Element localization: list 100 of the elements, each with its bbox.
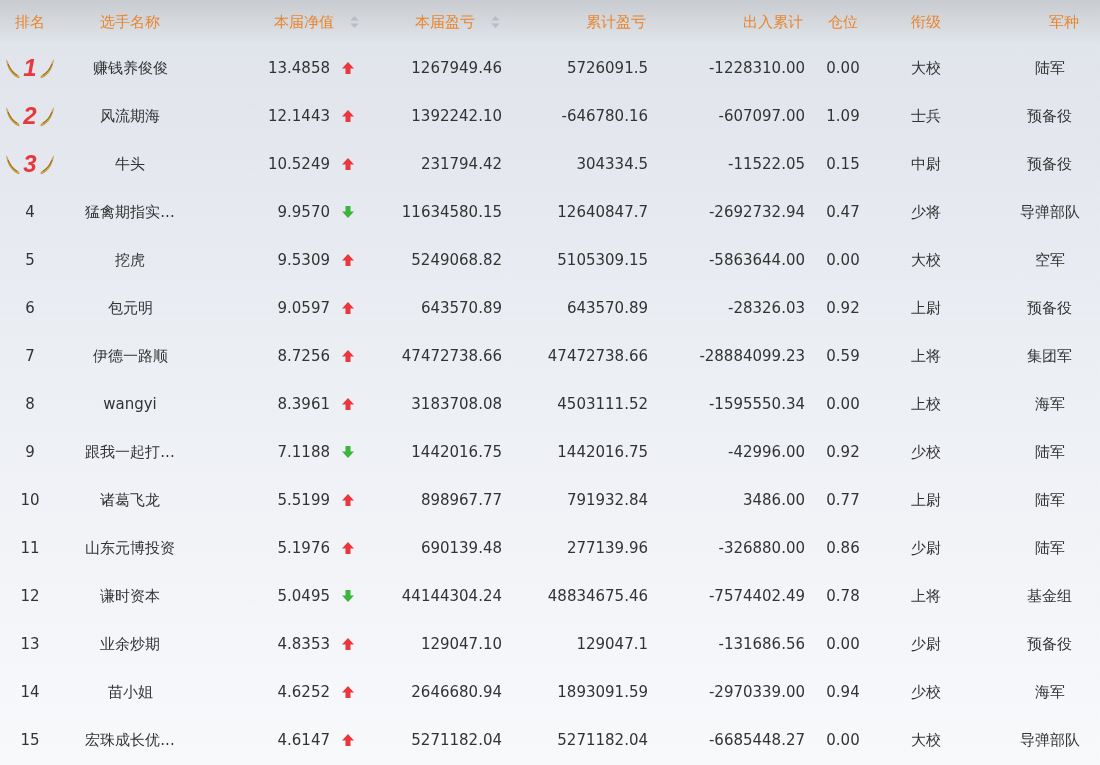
player-name[interactable]: 跟我一起打... [85,440,175,464]
total-profit: 1893091.59 [557,681,648,703]
position-ratio: 0.00 [826,633,860,655]
net-value: 9.9570 [277,201,330,223]
position-ratio: 0.78 [826,585,860,607]
total-profit: 47472738.66 [547,345,648,367]
position-ratio: 0.15 [826,153,860,175]
military-rank: 大校 [911,249,941,271]
period-profit: 690139.48 [420,537,502,559]
position-ratio: 0.00 [826,393,860,415]
rank-number: 12 [20,585,40,607]
military-rank: 大校 [911,57,941,79]
player-name[interactable]: 业余炒期 [100,632,160,656]
player-name[interactable]: 诸葛飞龙 [100,488,160,512]
net-value: 4.8353 [277,633,330,655]
rank-number: 14 [20,681,40,703]
cash-flow-total: -6685448.27 [708,729,805,751]
player-name[interactable]: 赚钱养俊俊 [92,56,168,80]
cash-flow-total: -326880.00 [718,537,805,559]
laurel-wings-badge: 1 [5,56,55,80]
net-value: 5.5199 [277,489,330,511]
period-profit: 5271182.04 [411,729,502,751]
army-branch: 预备役 [1027,297,1072,319]
player-name[interactable]: 包元明 [107,296,153,320]
player-name[interactable]: 挖虎 [115,248,145,272]
player-name[interactable]: wangyi [103,392,157,416]
net-value: 12.1443 [267,105,330,127]
cash-flow-total: -2970339.00 [708,681,805,703]
column-header: 累计盈亏 [586,11,646,33]
player-name[interactable]: 山东元博投资 [85,536,175,560]
cash-flow-total: -131686.56 [718,633,805,655]
army-branch: 陆军 [1034,441,1065,463]
rank-number: 7 [25,345,35,367]
rank-number: 9 [25,441,35,463]
military-rank: 少将 [911,201,941,223]
net-value: 4.6147 [277,729,330,751]
period-profit: 5249068.82 [411,249,502,271]
total-profit: 5271182.04 [557,729,648,751]
position-ratio: 0.47 [826,201,860,223]
army-branch: 空军 [1034,249,1065,271]
army-branch: 海军 [1034,393,1065,415]
rank-number: 15 [20,729,40,751]
period-profit: 231794.42 [420,153,502,175]
rank-number: 4 [25,201,35,223]
player-name[interactable]: 牛头 [115,152,145,176]
rank-number: 6 [25,297,35,319]
cash-flow-total: -5863644.00 [708,249,805,271]
player-name[interactable]: 风流期海 [100,104,160,128]
position-ratio: 0.00 [826,57,860,79]
military-rank: 大校 [911,729,941,751]
rank-number: 13 [20,633,40,655]
total-profit: -646780.16 [561,105,648,127]
cash-flow-total: -42996.00 [728,441,805,463]
army-branch: 集团军 [1027,345,1072,367]
player-name[interactable]: 伊德一路顺 [92,344,168,368]
military-rank: 上尉 [911,297,941,319]
army-branch: 预备役 [1027,153,1072,175]
position-ratio: 0.77 [826,489,860,511]
column-header: 出入累计 [743,11,803,33]
total-profit: 5105309.15 [557,249,648,271]
sort-icon[interactable] [491,15,500,29]
cash-flow-total: -28326.03 [728,297,805,319]
period-profit: 2646680.94 [411,681,502,703]
military-rank: 上将 [911,585,941,607]
total-profit: 129047.1 [576,633,648,655]
period-profit: 47472738.66 [401,345,502,367]
total-profit: 643570.89 [566,297,648,319]
total-profit: 12640847.7 [557,201,648,223]
player-name[interactable]: 苗小姐 [107,680,153,704]
cash-flow-total: -1595550.34 [708,393,805,415]
army-branch: 基金组 [1027,585,1072,607]
period-profit: 3183708.08 [411,393,502,415]
position-ratio: 1.09 [826,105,860,127]
army-branch: 导弹部队 [1019,201,1080,223]
net-value: 13.4858 [267,57,330,79]
column-header: 仓位 [828,11,858,33]
army-branch: 预备役 [1027,633,1072,655]
player-name[interactable]: 猛禽期指实... [85,200,175,224]
army-branch: 陆军 [1034,537,1065,559]
net-value: 7.1188 [277,441,330,463]
position-ratio: 0.94 [826,681,860,703]
net-value: 8.7256 [277,345,330,367]
player-name[interactable]: 谦时资本 [100,584,160,608]
rank-number: 10 [20,489,40,511]
net-value: 9.0597 [277,297,330,319]
player-name[interactable]: 宏珠成长优... [85,728,175,752]
army-branch: 导弹部队 [1019,729,1080,751]
rank-number: 11 [20,537,40,559]
net-value: 4.6252 [277,681,330,703]
laurel-wings-badge: 2 [5,104,55,128]
total-profit: 4503111.52 [557,393,648,415]
period-profit: 129047.10 [420,633,502,655]
total-profit: 48834675.46 [547,585,648,607]
rank-number: 5 [25,249,35,271]
sort-icon[interactable] [350,15,359,29]
total-profit: 5726091.5 [566,57,648,79]
period-profit: 898967.77 [420,489,502,511]
net-value: 10.5249 [267,153,330,175]
position-ratio: 0.00 [826,729,860,751]
military-rank: 上将 [911,345,941,367]
